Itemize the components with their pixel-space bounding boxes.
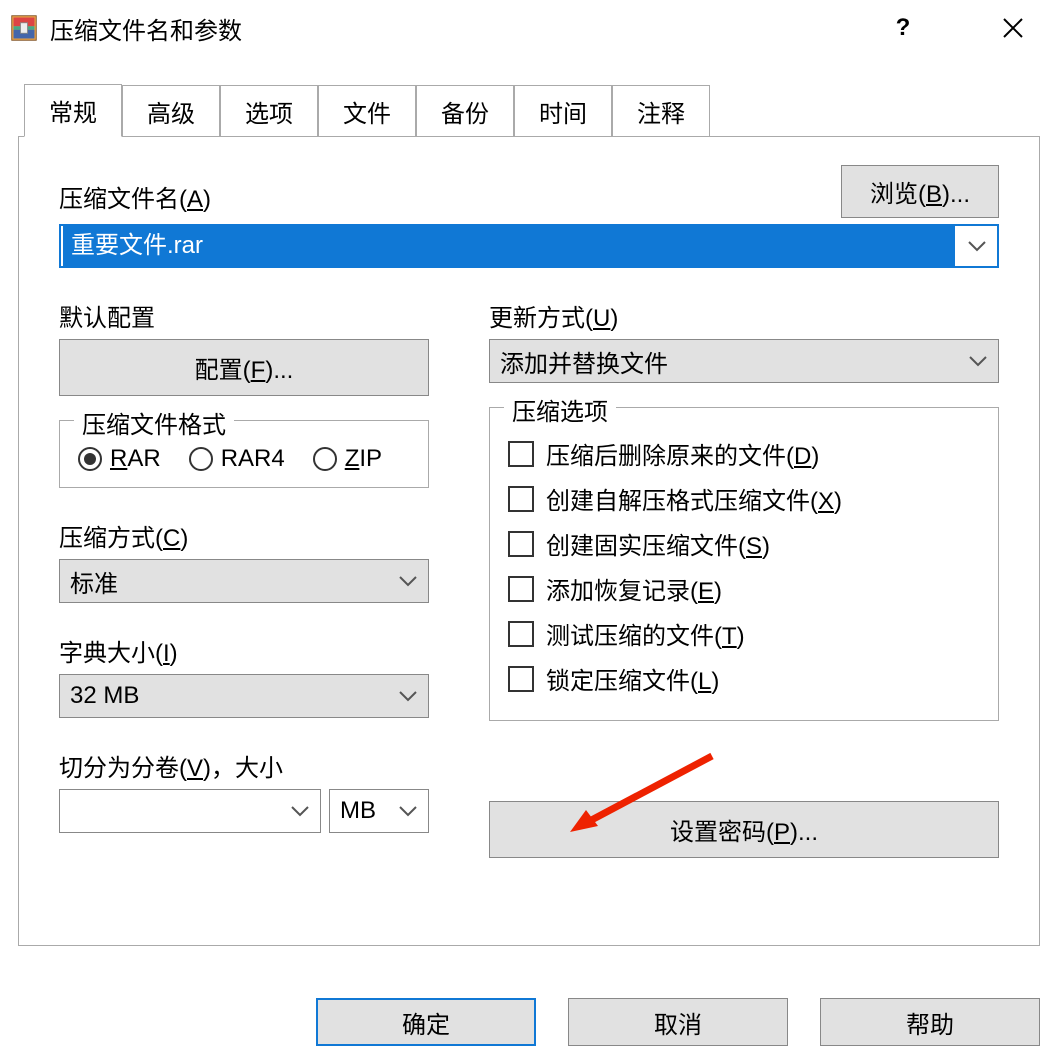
app-icon [10, 14, 38, 42]
set-password-button[interactable]: 设置密码(P)... [489, 801, 999, 858]
split-size-combo[interactable] [59, 789, 321, 833]
method-label: 压缩方式(C) [59, 518, 429, 553]
split-unit-combo[interactable]: MB [329, 789, 429, 833]
help-button[interactable]: ? [878, 12, 928, 44]
options-legend: 压缩选项 [504, 392, 616, 427]
close-button[interactable] [988, 12, 1038, 44]
browse-button[interactable]: 浏览(B)... [841, 165, 999, 218]
checkbox-unchecked-icon [508, 486, 534, 512]
profiles-button[interactable]: 配置(F)... [59, 339, 429, 396]
tab-backup[interactable]: 备份 [416, 85, 514, 138]
chevron-down-icon [280, 791, 320, 831]
general-panel: 压缩文件名(A) 浏览(B)... 重要文件.rar 默认配置 配置(F)...… [18, 136, 1040, 946]
filename-combo[interactable]: 重要文件.rar [59, 224, 999, 268]
checkbox-unchecked-icon [508, 576, 534, 602]
option-test-archive[interactable]: 测试压缩的文件(T) [508, 616, 980, 651]
help-footer-button[interactable]: 帮助 [820, 998, 1040, 1046]
format-radio-zip[interactable]: ZIP [313, 445, 382, 473]
chevron-down-icon [958, 341, 998, 381]
option-recovery-record[interactable]: 添加恢复记录(E) [508, 571, 980, 606]
checkbox-unchecked-icon [508, 531, 534, 557]
checkbox-unchecked-icon [508, 621, 534, 647]
radio-unchecked-icon [313, 447, 337, 471]
update-combo[interactable]: 添加并替换文件 [489, 339, 999, 383]
option-lock-archive[interactable]: 锁定压缩文件(L) [508, 661, 980, 696]
tab-files[interactable]: 文件 [318, 85, 416, 138]
checkbox-unchecked-icon [508, 441, 534, 467]
tab-bar: 常规 高级 选项 文件 备份 时间 注释 [24, 84, 1058, 137]
checkbox-unchecked-icon [508, 666, 534, 692]
format-radio-rar4[interactable]: RAR4 [189, 445, 285, 473]
format-radio-rar[interactable]: RAR [78, 445, 161, 473]
chevron-down-icon[interactable] [957, 226, 997, 266]
radio-unchecked-icon [189, 447, 213, 471]
chevron-down-icon [388, 676, 428, 716]
split-label: 切分为分卷(V)，大小 [59, 748, 429, 783]
update-label: 更新方式(U) [489, 298, 999, 333]
tab-time[interactable]: 时间 [514, 85, 612, 138]
cancel-button[interactable]: 取消 [568, 998, 788, 1046]
chevron-down-icon [388, 561, 428, 601]
filename-value[interactable]: 重要文件.rar [63, 226, 955, 266]
tab-general[interactable]: 常规 [24, 84, 122, 137]
titlebar: 压缩文件名和参数 ? [0, 0, 1058, 56]
chevron-down-icon [388, 791, 428, 831]
option-create-solid[interactable]: 创建固实压缩文件(S) [508, 526, 980, 561]
option-delete-after[interactable]: 压缩后删除原来的文件(D) [508, 436, 980, 471]
format-legend: 压缩文件格式 [74, 405, 234, 440]
tab-comment[interactable]: 注释 [612, 85, 710, 138]
tab-advanced[interactable]: 高级 [122, 85, 220, 138]
option-create-sfx[interactable]: 创建自解压格式压缩文件(X) [508, 481, 980, 516]
filename-label: 压缩文件名(A) [59, 179, 841, 214]
window-title: 压缩文件名和参数 [50, 11, 878, 46]
tab-options[interactable]: 选项 [220, 85, 318, 138]
radio-checked-icon [78, 447, 102, 471]
format-fieldset: 压缩文件格式 RAR RAR4 ZIP [59, 420, 429, 488]
default-profile-label: 默认配置 [59, 298, 429, 333]
close-icon [1002, 17, 1024, 39]
dialog-footer: 确定 取消 帮助 [316, 998, 1040, 1046]
dict-combo[interactable]: 32 MB [59, 674, 429, 718]
options-fieldset: 压缩选项 压缩后删除原来的文件(D) 创建自解压格式压缩文件(X) 创建固实压缩… [489, 407, 999, 721]
dict-label: 字典大小(I) [59, 633, 429, 668]
method-combo[interactable]: 标准 [59, 559, 429, 603]
ok-button[interactable]: 确定 [316, 998, 536, 1046]
